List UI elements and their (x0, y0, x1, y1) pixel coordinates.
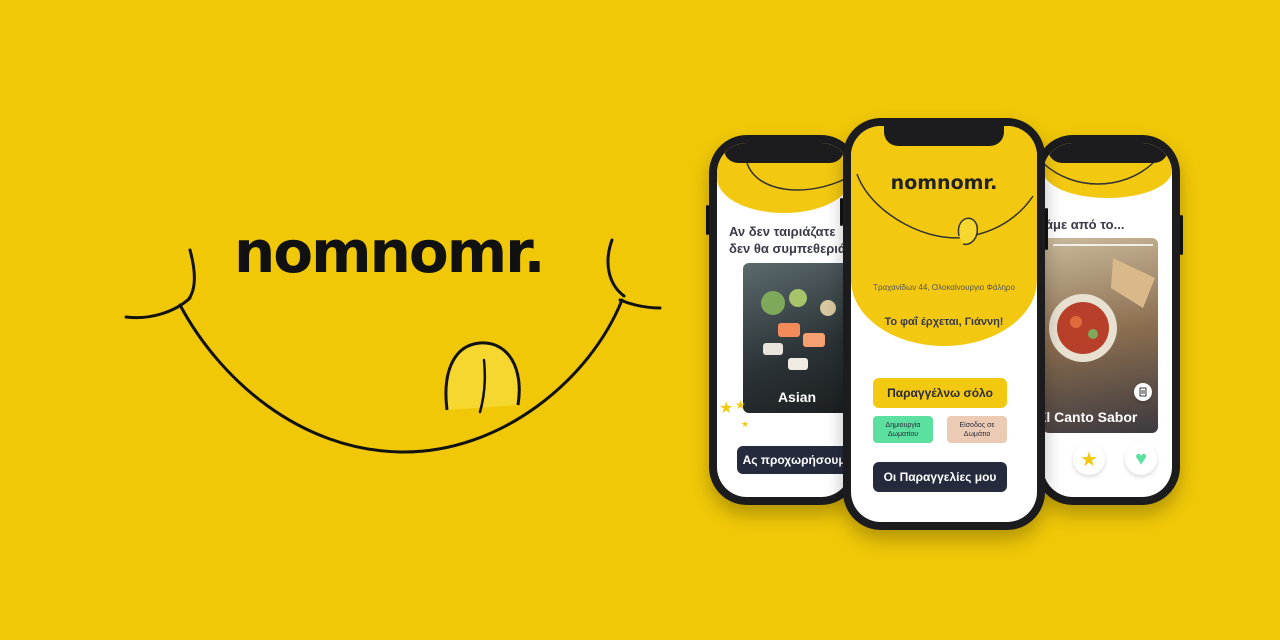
heart-button[interactable]: ♥ (1125, 443, 1157, 475)
phone-notch (1047, 143, 1168, 163)
phone-screen: άμε από το... El Canto Sabor ★ ♥ (1043, 143, 1172, 497)
phone-mockup-center: nomnomr. Τραχανίδων 44, Ολοκαίνουργιο Φά… (840, 118, 1048, 530)
svg-text:★: ★ (735, 398, 746, 412)
phone-mockup-right: άμε από το... El Canto Sabor ★ ♥ (1035, 135, 1183, 505)
heading: άμε από το... (1045, 217, 1125, 232)
phone-screen: nomnomr. Τραχανίδων 44, Ολοκαίνουργιο Φά… (851, 126, 1037, 522)
header-cap: nomnomr. Τραχανίδων 44, Ολοκαίνουργιο Φά… (851, 126, 1037, 346)
menu-icon[interactable] (1134, 383, 1152, 401)
brand-hero: nomnomr. (0, 0, 700, 640)
svg-text:★: ★ (719, 400, 733, 417)
delivery-address[interactable]: Τραχανίδων 44, Ολοκαίνουργιο Φάληρο (851, 283, 1037, 292)
phone-screen: Αν δεν ταιριάζατε δεν θα συμπεθεριά Asia… (717, 143, 851, 497)
phone-mockup-left: Αν δεν ταιριάζατε δεν θα συμπεθεριά Asia… (706, 135, 859, 505)
svg-text:★: ★ (741, 419, 749, 429)
restaurant-label: El Canto Sabor (1043, 409, 1138, 425)
brand-logo: nomnomr. (234, 218, 546, 286)
join-room-button[interactable]: Είσοδος σε Δωμάτιο (947, 416, 1007, 443)
greeting-text: Το φαΐ έρχεται, Γιάννη! (884, 316, 1004, 328)
heading-line1: Αν δεν ταιριάζατε (729, 224, 836, 239)
volume-button (840, 198, 843, 226)
create-room-button[interactable]: Δημιουργία Δωματίου (873, 416, 933, 443)
phone-notch (724, 143, 844, 163)
star-icon: ★ (1080, 448, 1098, 471)
cuisine-label: Asian (777, 389, 817, 405)
power-button (1180, 215, 1183, 255)
heart-icon: ♥ (1135, 447, 1147, 470)
restaurant-card[interactable]: El Canto Sabor (1043, 238, 1158, 433)
heading-line2: δεν θα συμπεθεριά (729, 241, 846, 256)
food-image (1049, 244, 1155, 362)
smile-illustration (124, 238, 662, 454)
smile-graphic (856, 173, 1034, 246)
continue-button[interactable]: Ας προχωρήσουμε (737, 446, 851, 474)
order-solo-button[interactable]: Παραγγέλνω σόλο (873, 378, 1007, 408)
volume-button (706, 205, 709, 235)
stars-decoration: ★ ★ ★ (719, 398, 749, 429)
phone-notch (884, 126, 1004, 146)
star-button[interactable]: ★ (1073, 443, 1105, 475)
app-logo: nomnomr. (890, 172, 998, 194)
power-button (1045, 208, 1048, 250)
cuisine-card[interactable]: Asian (743, 263, 851, 413)
my-orders-button[interactable]: Οι Παραγγελίες μου (873, 462, 1007, 492)
